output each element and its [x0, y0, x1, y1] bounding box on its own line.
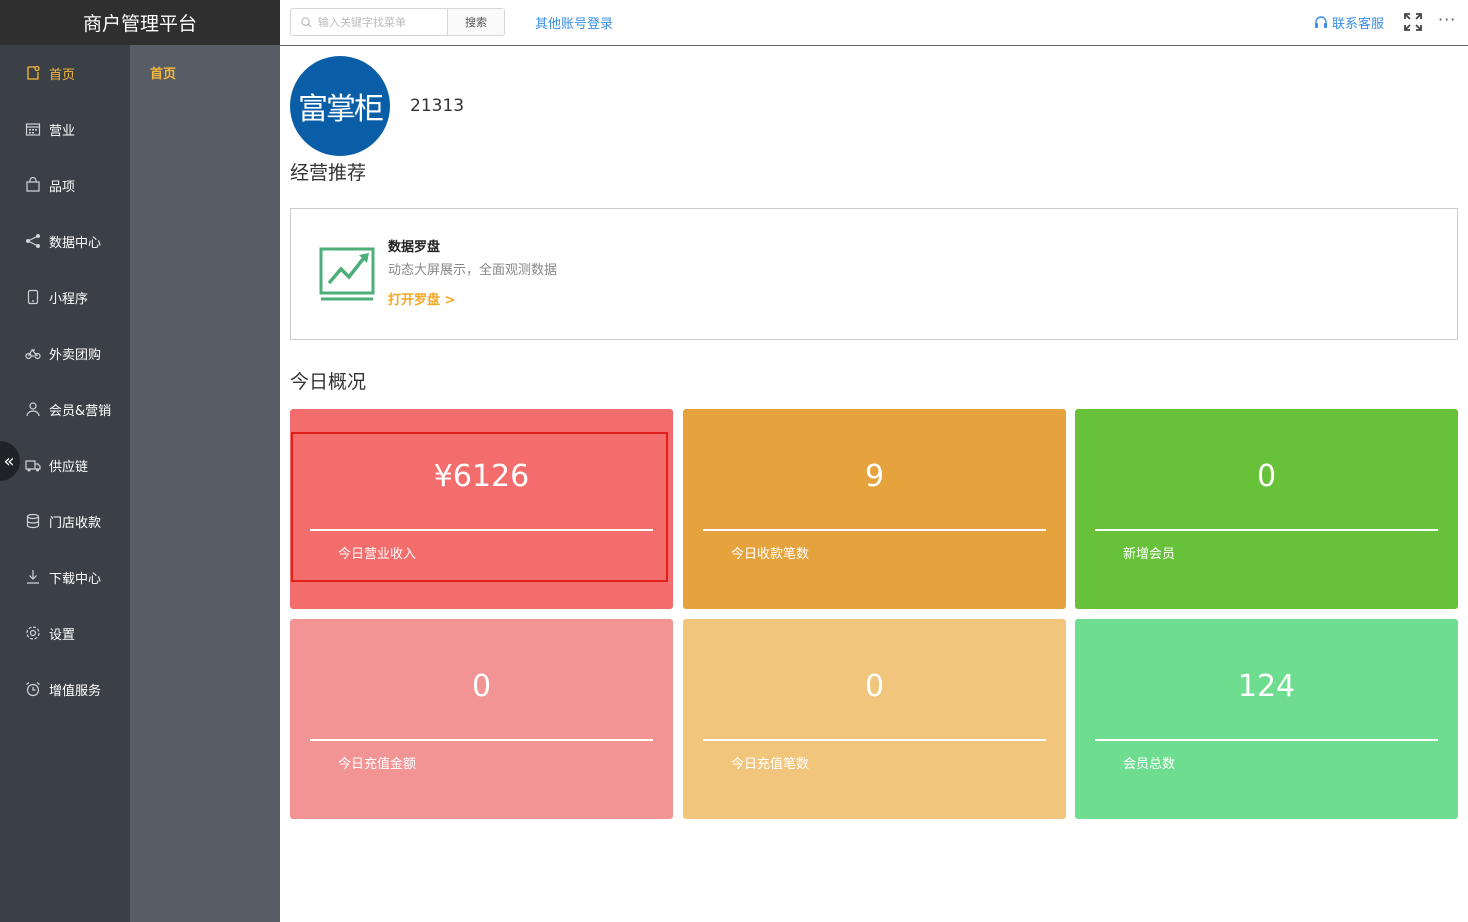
sidebar-item-label: 外卖团购 [49, 347, 102, 363]
gear-icon [24, 625, 41, 642]
phone-icon [24, 289, 41, 306]
search-box: 搜索 [290, 8, 505, 36]
stat-card-today-payments[interactable]: 9 今日收款笔数 [683, 409, 1066, 609]
stat-label: 今日收款笔数 [731, 547, 810, 562]
shop-id: 21313 [410, 96, 465, 116]
sidebar-item-label: 门店收款 [49, 515, 102, 531]
sidebar-item-label: 下载中心 [49, 571, 102, 587]
stat-value: 9 [864, 459, 885, 494]
trend-chart-icon [319, 247, 375, 301]
download-icon [24, 569, 41, 586]
home-icon [24, 65, 41, 82]
sidebar-item-label: 数据中心 [49, 235, 102, 251]
other-account-login-link[interactable]: 其他账号登录 [535, 13, 613, 32]
truck-icon [24, 457, 41, 474]
sidebar-item-label: 供应链 [49, 459, 89, 475]
recommend-section-title: 经营推荐 [290, 162, 367, 184]
sidebar-item-home[interactable]: 首页 [0, 45, 130, 101]
database-icon [24, 513, 41, 530]
selection-highlight [291, 432, 668, 582]
sidebar: 首页 营业 品项 数据中心 小程序 外卖团购 会员&营销 供应链 门店收款 下载… [0, 45, 130, 922]
sidebar-item-mini-program[interactable]: 小程序 [0, 269, 130, 325]
alarm-icon [24, 681, 41, 698]
sub-navigation: 首页 [130, 45, 280, 922]
more-options-icon[interactable]: ··· [1438, 10, 1456, 29]
sidebar-item-member-marketing[interactable]: 会员&营销 [0, 381, 130, 437]
card-description: 动态大屏展示，全面观测数据 [388, 263, 558, 278]
search-icon [301, 16, 312, 28]
card-title: 数据罗盘 [388, 240, 441, 255]
sidebar-item-label: 品项 [49, 179, 76, 195]
stat-card-today-recharge-count[interactable]: 0 今日充值笔数 [683, 619, 1066, 819]
divider [703, 529, 1046, 531]
divider [1095, 529, 1438, 531]
stat-value: 0 [1256, 459, 1277, 494]
stat-label: 今日充值笔数 [731, 757, 810, 772]
search-field[interactable] [291, 9, 448, 35]
divider [310, 739, 653, 741]
sidebar-item-label: 增值服务 [49, 683, 102, 699]
sidebar-item-data-center[interactable]: 数据中心 [0, 213, 130, 269]
sidebar-item-label: 设置 [49, 627, 76, 643]
sidebar-item-label: 会员&营销 [49, 403, 112, 419]
bike-icon [24, 345, 41, 362]
share-icon [24, 233, 41, 250]
divider [703, 739, 1046, 741]
fullscreen-icon[interactable] [1403, 12, 1423, 32]
overview-section-title: 今日概况 [290, 371, 367, 393]
sidebar-item-label: 营业 [49, 123, 76, 139]
stat-card-total-members[interactable]: 124 会员总数 [1075, 619, 1458, 819]
shop-logo: 富掌柜 [290, 56, 390, 156]
subnav-item-home[interactable]: 首页 [150, 63, 176, 82]
open-compass-link[interactable]: 打开罗盘 > [388, 289, 455, 308]
stat-value: 0 [864, 669, 885, 704]
data-compass-card: 数据罗盘 动态大屏展示，全面观测数据 打开罗盘 > [290, 208, 1458, 340]
contact-label: 联系客服 [1332, 17, 1385, 32]
user-icon [24, 401, 41, 418]
stat-label: 会员总数 [1123, 757, 1176, 772]
sidebar-item-store-payment[interactable]: 门店收款 [0, 493, 130, 549]
stat-label: 今日充值金额 [338, 757, 417, 772]
headset-icon [1315, 15, 1327, 28]
sidebar-item-settings[interactable]: 设置 [0, 605, 130, 661]
stat-value: 124 [1237, 669, 1296, 704]
sidebar-item-download-center[interactable]: 下载中心 [0, 549, 130, 605]
sidebar-item-products[interactable]: 品项 [0, 157, 130, 213]
divider [1095, 739, 1438, 741]
top-bar: 搜索 其他账号登录 联系客服 ··· [280, 0, 1468, 46]
calendar-icon [24, 121, 41, 138]
search-input[interactable] [318, 15, 438, 29]
sidebar-item-business[interactable]: 营业 [0, 101, 130, 157]
stat-card-today-recharge-amount[interactable]: 0 今日充值金额 [290, 619, 673, 819]
sidebar-item-label: 首页 [49, 67, 76, 83]
stat-card-new-members[interactable]: 0 新增会员 [1075, 409, 1458, 609]
stat-value: 0 [471, 669, 492, 704]
bag-icon [24, 177, 41, 194]
search-button[interactable]: 搜索 [448, 9, 504, 35]
sidebar-item-label: 小程序 [49, 291, 89, 307]
contact-service-link[interactable]: 联系客服 [1314, 13, 1384, 32]
sidebar-item-delivery[interactable]: 外卖团购 [0, 325, 130, 381]
brand-title: 商户管理平台 [0, 0, 280, 45]
stat-label: 新增会员 [1123, 547, 1176, 562]
sidebar-item-value-added[interactable]: 增值服务 [0, 661, 130, 717]
